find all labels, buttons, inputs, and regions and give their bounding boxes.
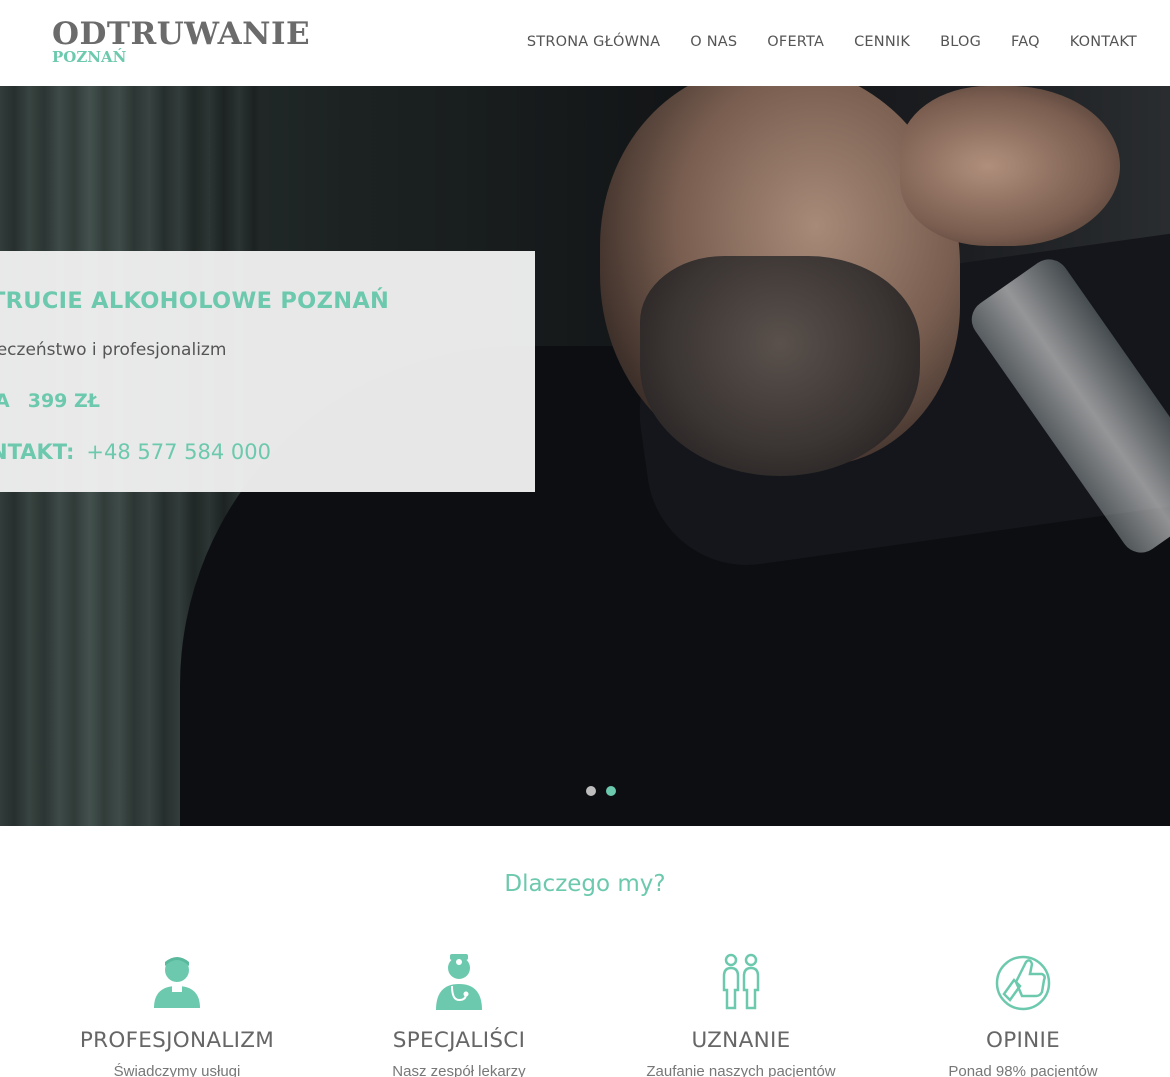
logo-title: ODTRUWANIE [52,16,311,52]
feature-text: Nasz zespół lekarzy [392,1063,526,1077]
hero-price-label: A [0,390,10,412]
feature-title: PROFESJONALIZM [79,1028,275,1053]
feature-recognition: UZNANIE Zaufanie naszych pacjentów [600,950,882,1077]
nav-item-faq[interactable]: FAQ [1011,34,1040,50]
hero-info-box: TRUCIE ALKOHOLOWE POZNAŃ ieczeństwo i pr… [0,251,535,492]
why-us-title: Dlaczego my? [504,871,666,897]
hero-price-value: 399 ZŁ [27,390,100,412]
feature-text: Świadczymy usługi [113,1063,241,1077]
hero-subtitle: ieczeństwo i profesjonalizm [0,340,227,360]
nav-item-blog[interactable]: BLOG [940,34,981,50]
feature-title: SPECJALIŚCI [392,1028,526,1053]
feature-specialists: SPECJALIŚCI Nasz zespół lekarzy [318,950,600,1077]
hero-image-beard [640,256,920,476]
nav-item-contact[interactable]: KONTAKT [1070,34,1137,50]
feature-text: Ponad 98% pacjentów [948,1063,1098,1077]
hero-contact-phone[interactable]: +48 577 584 000 [86,440,271,464]
hero-image-hand [900,86,1120,246]
feature-reviews: OPINIE Ponad 98% pacjentów [882,950,1164,1077]
nav-item-offer[interactable]: OFERTA [767,34,824,50]
hero-contact-label: NTAKT: [0,440,75,464]
site-header: ODTRUWANIE POZNAŃ STRONA GŁÓWNA O NAS OF… [0,0,1170,86]
doctor-icon [428,950,490,1012]
hero-price: A 399 ZŁ [0,390,100,412]
feature-text: Zaufanie naszych pacjentów [646,1063,836,1077]
nav-item-about[interactable]: O NAS [690,34,737,50]
hero-title: TRUCIE ALKOHOLOWE POZNAŃ [0,288,390,314]
feature-professionalism: PROFESJONALIZM Świadczymy usługi [36,950,318,1077]
nav-item-pricing[interactable]: CENNIK [854,34,910,50]
feature-title: OPINIE [985,1028,1061,1053]
feature-title: UZNANIE [691,1028,791,1053]
hero-contact: NTAKT: +48 577 584 000 [0,440,271,464]
slider-dot-1[interactable] [586,786,596,796]
logo-subtitle: POZNAŃ [52,48,127,66]
thumbs-up-icon [992,950,1054,1012]
site-logo[interactable]: ODTRUWANIE POZNAŃ [52,16,311,66]
slider-dot-2[interactable] [606,786,616,796]
professional-person-icon [146,950,208,1012]
main-nav: STRONA GŁÓWNA O NAS OFERTA CENNIK BLOG F… [497,34,1137,50]
hero-slider: TRUCIE ALKOHOLOWE POZNAŃ ieczeństwo i pr… [0,86,1170,826]
nav-item-home[interactable]: STRONA GŁÓWNA [527,34,660,50]
people-pair-icon [710,950,772,1012]
slider-dots [586,786,616,796]
features-row: PROFESJONALIZM Świadczymy usługi SPECJAL… [0,950,1170,1077]
